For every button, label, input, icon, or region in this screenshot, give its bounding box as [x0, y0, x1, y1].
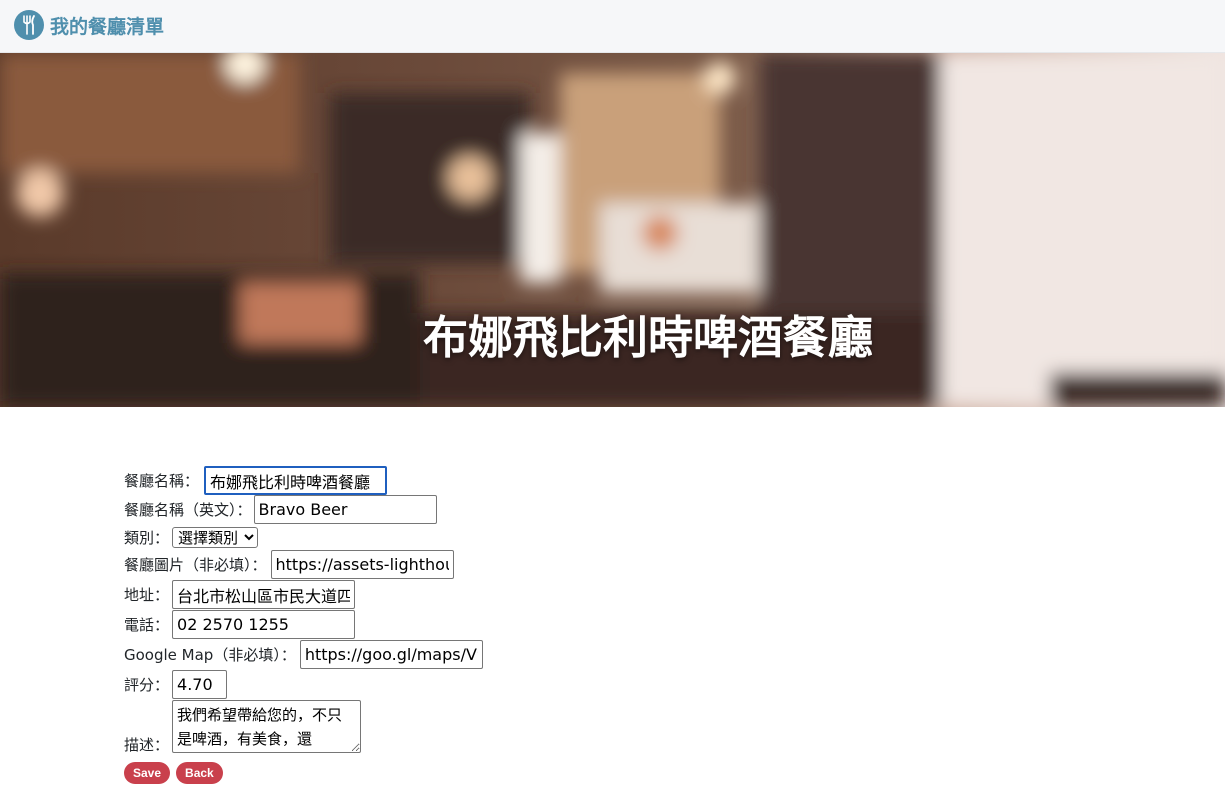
rating-row: 評分：	[124, 670, 228, 699]
location-row: 地址：	[124, 580, 356, 609]
brand-link[interactable]: 我的餐廳清單	[14, 10, 164, 40]
image-label: 餐廳圖片（非必填）：	[124, 556, 267, 574]
map-row: Google Map（非必填）：	[124, 640, 483, 669]
rating-label: 評分：	[124, 676, 170, 694]
hero-banner: 布娜飛比利時啤酒餐廳	[0, 53, 1225, 407]
image-url-input[interactable]	[270, 550, 454, 579]
name-label: 餐廳名稱：	[124, 472, 200, 490]
map-url-input[interactable]	[299, 640, 483, 669]
rating-input[interactable]	[172, 670, 228, 699]
phone-label: 電話：	[124, 616, 170, 634]
brand-title: 我的餐廳清單	[50, 15, 165, 38]
phone-row: 電話：	[124, 610, 356, 639]
description-textarea[interactable]: 我們希望帶給您的，不只是啤酒，有美食，還	[172, 700, 362, 753]
actions-row: Save Back	[124, 762, 223, 784]
description-row: 描述： 我們希望帶給您的，不只是啤酒，有美食，還	[124, 700, 362, 754]
name-en-input[interactable]	[253, 495, 437, 524]
image-row: 餐廳圖片（非必填）：	[124, 550, 454, 579]
back-button[interactable]: Back	[176, 762, 223, 784]
description-label: 描述：	[124, 736, 170, 754]
navbar: 我的餐廳清單	[0, 0, 1225, 53]
utensils-icon	[14, 10, 44, 40]
category-row: 類別： 選擇類別	[124, 527, 259, 548]
name-en-row: 餐廳名稱（英文）：	[124, 495, 437, 524]
location-label: 地址：	[124, 586, 170, 604]
map-label: Google Map（非必填）：	[124, 646, 296, 664]
name-en-label: 餐廳名稱（英文）：	[124, 501, 252, 519]
restaurant-title: 布娜飛比利時啤酒餐廳	[423, 311, 874, 364]
category-select[interactable]: 選擇類別	[172, 527, 259, 548]
name-input[interactable]	[204, 466, 388, 495]
location-input[interactable]	[172, 580, 356, 609]
save-button[interactable]: Save	[124, 762, 171, 784]
phone-input[interactable]	[172, 610, 356, 639]
category-label: 類別：	[124, 529, 170, 547]
name-row: 餐廳名稱：	[124, 466, 388, 495]
